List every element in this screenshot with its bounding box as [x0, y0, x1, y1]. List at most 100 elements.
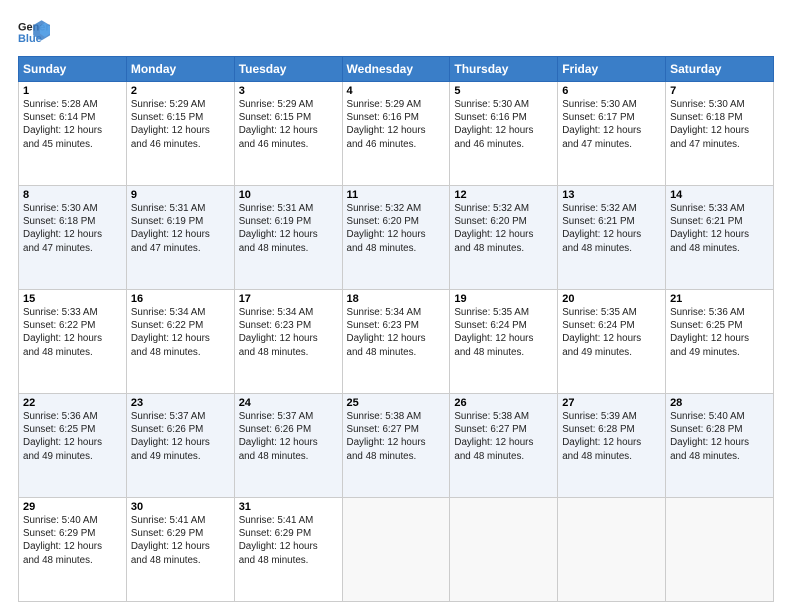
day-number: 8	[23, 189, 122, 201]
day-number: 6	[562, 85, 661, 97]
day-info: Sunrise: 5:29 AMSunset: 6:16 PMDaylight:…	[347, 98, 446, 151]
day-number: 30	[131, 501, 230, 513]
day-cell-11: 11Sunrise: 5:32 AMSunset: 6:20 PMDayligh…	[342, 186, 450, 290]
day-number: 21	[670, 293, 769, 305]
day-cell-18: 18Sunrise: 5:34 AMSunset: 6:23 PMDayligh…	[342, 290, 450, 394]
day-number: 26	[454, 397, 553, 409]
day-cell-19: 19Sunrise: 5:35 AMSunset: 6:24 PMDayligh…	[450, 290, 558, 394]
day-number: 15	[23, 293, 122, 305]
day-number: 24	[239, 397, 338, 409]
day-cell-17: 17Sunrise: 5:34 AMSunset: 6:23 PMDayligh…	[234, 290, 342, 394]
day-cell-8: 8Sunrise: 5:30 AMSunset: 6:18 PMDaylight…	[19, 186, 127, 290]
day-info: Sunrise: 5:39 AMSunset: 6:28 PMDaylight:…	[562, 410, 661, 463]
day-number: 1	[23, 85, 122, 97]
day-number: 17	[239, 293, 338, 305]
day-info: Sunrise: 5:32 AMSunset: 6:20 PMDaylight:…	[454, 202, 553, 255]
col-header-thursday: Thursday	[450, 57, 558, 82]
day-info: Sunrise: 5:36 AMSunset: 6:25 PMDaylight:…	[23, 410, 122, 463]
day-info: Sunrise: 5:40 AMSunset: 6:28 PMDaylight:…	[670, 410, 769, 463]
day-cell-21: 21Sunrise: 5:36 AMSunset: 6:25 PMDayligh…	[666, 290, 774, 394]
day-number: 16	[131, 293, 230, 305]
day-cell-30: 30Sunrise: 5:41 AMSunset: 6:29 PMDayligh…	[126, 498, 234, 602]
day-number: 18	[347, 293, 446, 305]
empty-cell	[342, 498, 450, 602]
day-info: Sunrise: 5:37 AMSunset: 6:26 PMDaylight:…	[239, 410, 338, 463]
day-info: Sunrise: 5:30 AMSunset: 6:18 PMDaylight:…	[670, 98, 769, 151]
week-row-1: 1Sunrise: 5:28 AMSunset: 6:14 PMDaylight…	[19, 82, 774, 186]
col-header-saturday: Saturday	[666, 57, 774, 82]
day-number: 20	[562, 293, 661, 305]
day-cell-1: 1Sunrise: 5:28 AMSunset: 6:14 PMDaylight…	[19, 82, 127, 186]
day-info: Sunrise: 5:29 AMSunset: 6:15 PMDaylight:…	[239, 98, 338, 151]
day-number: 9	[131, 189, 230, 201]
day-cell-14: 14Sunrise: 5:33 AMSunset: 6:21 PMDayligh…	[666, 186, 774, 290]
day-cell-3: 3Sunrise: 5:29 AMSunset: 6:15 PMDaylight…	[234, 82, 342, 186]
day-info: Sunrise: 5:34 AMSunset: 6:23 PMDaylight:…	[347, 306, 446, 359]
col-header-monday: Monday	[126, 57, 234, 82]
week-row-2: 8Sunrise: 5:30 AMSunset: 6:18 PMDaylight…	[19, 186, 774, 290]
day-number: 12	[454, 189, 553, 201]
day-info: Sunrise: 5:33 AMSunset: 6:22 PMDaylight:…	[23, 306, 122, 359]
day-number: 3	[239, 85, 338, 97]
day-number: 2	[131, 85, 230, 97]
day-number: 11	[347, 189, 446, 201]
day-cell-20: 20Sunrise: 5:35 AMSunset: 6:24 PMDayligh…	[558, 290, 666, 394]
day-number: 7	[670, 85, 769, 97]
day-cell-25: 25Sunrise: 5:38 AMSunset: 6:27 PMDayligh…	[342, 394, 450, 498]
day-cell-7: 7Sunrise: 5:30 AMSunset: 6:18 PMDaylight…	[666, 82, 774, 186]
day-number: 10	[239, 189, 338, 201]
day-cell-24: 24Sunrise: 5:37 AMSunset: 6:26 PMDayligh…	[234, 394, 342, 498]
header: General Blue	[18, 18, 774, 46]
day-info: Sunrise: 5:30 AMSunset: 6:16 PMDaylight:…	[454, 98, 553, 151]
day-number: 27	[562, 397, 661, 409]
day-number: 23	[131, 397, 230, 409]
day-cell-2: 2Sunrise: 5:29 AMSunset: 6:15 PMDaylight…	[126, 82, 234, 186]
day-cell-27: 27Sunrise: 5:39 AMSunset: 6:28 PMDayligh…	[558, 394, 666, 498]
empty-cell	[558, 498, 666, 602]
day-info: Sunrise: 5:37 AMSunset: 6:26 PMDaylight:…	[131, 410, 230, 463]
logo: General Blue	[18, 18, 54, 46]
day-info: Sunrise: 5:30 AMSunset: 6:18 PMDaylight:…	[23, 202, 122, 255]
day-cell-23: 23Sunrise: 5:37 AMSunset: 6:26 PMDayligh…	[126, 394, 234, 498]
day-cell-12: 12Sunrise: 5:32 AMSunset: 6:20 PMDayligh…	[450, 186, 558, 290]
week-row-3: 15Sunrise: 5:33 AMSunset: 6:22 PMDayligh…	[19, 290, 774, 394]
day-info: Sunrise: 5:28 AMSunset: 6:14 PMDaylight:…	[23, 98, 122, 151]
day-number: 14	[670, 189, 769, 201]
day-info: Sunrise: 5:31 AMSunset: 6:19 PMDaylight:…	[131, 202, 230, 255]
day-number: 19	[454, 293, 553, 305]
day-info: Sunrise: 5:41 AMSunset: 6:29 PMDaylight:…	[239, 514, 338, 567]
day-info: Sunrise: 5:35 AMSunset: 6:24 PMDaylight:…	[562, 306, 661, 359]
day-cell-9: 9Sunrise: 5:31 AMSunset: 6:19 PMDaylight…	[126, 186, 234, 290]
day-info: Sunrise: 5:36 AMSunset: 6:25 PMDaylight:…	[670, 306, 769, 359]
day-cell-26: 26Sunrise: 5:38 AMSunset: 6:27 PMDayligh…	[450, 394, 558, 498]
day-info: Sunrise: 5:41 AMSunset: 6:29 PMDaylight:…	[131, 514, 230, 567]
day-info: Sunrise: 5:38 AMSunset: 6:27 PMDaylight:…	[347, 410, 446, 463]
day-info: Sunrise: 5:29 AMSunset: 6:15 PMDaylight:…	[131, 98, 230, 151]
day-number: 31	[239, 501, 338, 513]
col-header-friday: Friday	[558, 57, 666, 82]
day-info: Sunrise: 5:38 AMSunset: 6:27 PMDaylight:…	[454, 410, 553, 463]
calendar-header-row: SundayMondayTuesdayWednesdayThursdayFrid…	[19, 57, 774, 82]
day-cell-5: 5Sunrise: 5:30 AMSunset: 6:16 PMDaylight…	[450, 82, 558, 186]
day-info: Sunrise: 5:30 AMSunset: 6:17 PMDaylight:…	[562, 98, 661, 151]
empty-cell	[450, 498, 558, 602]
logo-icon: General Blue	[18, 18, 50, 46]
day-info: Sunrise: 5:34 AMSunset: 6:23 PMDaylight:…	[239, 306, 338, 359]
day-number: 29	[23, 501, 122, 513]
day-cell-28: 28Sunrise: 5:40 AMSunset: 6:28 PMDayligh…	[666, 394, 774, 498]
col-header-sunday: Sunday	[19, 57, 127, 82]
day-number: 25	[347, 397, 446, 409]
day-cell-15: 15Sunrise: 5:33 AMSunset: 6:22 PMDayligh…	[19, 290, 127, 394]
day-info: Sunrise: 5:31 AMSunset: 6:19 PMDaylight:…	[239, 202, 338, 255]
day-cell-4: 4Sunrise: 5:29 AMSunset: 6:16 PMDaylight…	[342, 82, 450, 186]
day-info: Sunrise: 5:33 AMSunset: 6:21 PMDaylight:…	[670, 202, 769, 255]
col-header-wednesday: Wednesday	[342, 57, 450, 82]
page: General Blue SundayMondayTuesdayWednesda…	[0, 0, 792, 612]
day-cell-22: 22Sunrise: 5:36 AMSunset: 6:25 PMDayligh…	[19, 394, 127, 498]
day-cell-31: 31Sunrise: 5:41 AMSunset: 6:29 PMDayligh…	[234, 498, 342, 602]
day-info: Sunrise: 5:32 AMSunset: 6:21 PMDaylight:…	[562, 202, 661, 255]
empty-cell	[666, 498, 774, 602]
day-cell-29: 29Sunrise: 5:40 AMSunset: 6:29 PMDayligh…	[19, 498, 127, 602]
col-header-tuesday: Tuesday	[234, 57, 342, 82]
calendar-table: SundayMondayTuesdayWednesdayThursdayFrid…	[18, 56, 774, 602]
